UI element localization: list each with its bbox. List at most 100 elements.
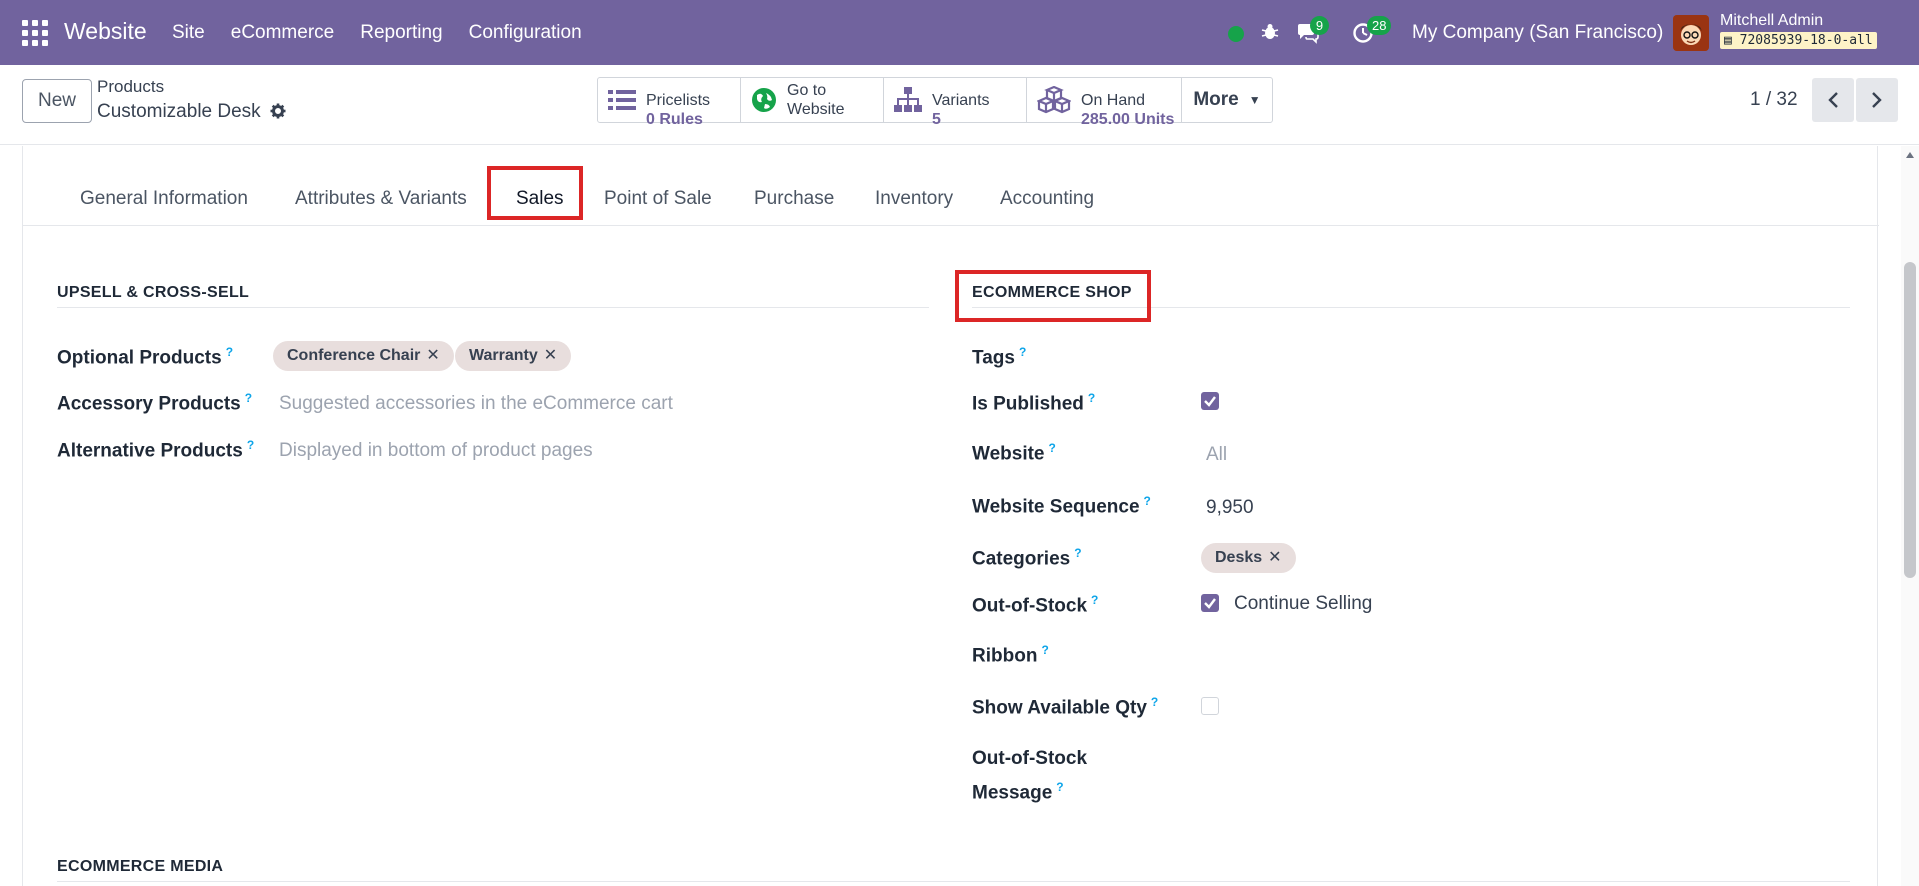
page-scrollbar[interactable] [1901, 146, 1919, 886]
main-menu: Site eCommerce Reporting Configuration [172, 22, 582, 44]
website-input[interactable]: All [1206, 444, 1227, 466]
remove-tag-icon[interactable]: ✕ [544, 347, 557, 364]
label-text: Alternative Products [57, 440, 243, 462]
top-navbar: Website Site eCommerce Reporting Configu… [0, 0, 1919, 65]
help-tooltip-icon[interactable]: ? [1056, 780, 1063, 794]
debug-bug-icon[interactable] [1260, 22, 1280, 42]
tab-inventory[interactable]: Inventory [875, 188, 953, 210]
help-tooltip-icon[interactable]: ? [226, 345, 233, 359]
remove-tag-icon[interactable]: ✕ [426, 347, 439, 364]
breadcrumb-parent[interactable]: Products [97, 77, 164, 97]
label-text: Out-of-Stock [972, 595, 1088, 617]
help-tooltip-icon[interactable]: ? [245, 391, 252, 405]
tag-text: Warranty [469, 347, 538, 364]
new-button[interactable]: New [22, 79, 92, 123]
field-label-show-available-qty: Show Available Qty? [972, 695, 1158, 719]
pager-value[interactable]: 1 / 32 [1750, 89, 1798, 111]
messages-badge: 9 [1310, 16, 1329, 35]
chevron-right-icon [1872, 92, 1882, 108]
tag-text: Desks [1215, 549, 1263, 566]
remove-tag-icon[interactable]: ✕ [1268, 549, 1281, 566]
menu-item-configuration[interactable]: Configuration [469, 22, 582, 44]
label-text: Show Available Qty [972, 697, 1147, 719]
field-label-website: Website? [972, 441, 1056, 465]
help-tooltip-icon[interactable]: ? [247, 438, 254, 452]
gear-icon[interactable] [270, 103, 286, 119]
label-text: Is Published [972, 393, 1084, 415]
database-tag-text: 72085939-18-0-all [1739, 33, 1873, 48]
section-title-upsell: UPSELL & CROSS-SELL [57, 284, 250, 301]
smart-button-label: On Hand [1081, 91, 1146, 109]
smart-buttons-bar: Pricelists 0 Rules Go to Website Variant… [597, 77, 1273, 128]
field-label-out-of-stock-message: Out-of-Stock Message? [972, 744, 1087, 807]
label-text: Tags [972, 347, 1015, 369]
pager-previous-button[interactable] [1812, 78, 1854, 122]
more-button[interactable]: More ▼ [1182, 78, 1272, 122]
help-tooltip-icon[interactable]: ? [1091, 593, 1098, 607]
field-label-ribbon: Ribbon? [972, 643, 1049, 667]
control-panel: New Products Customizable Desk Pricelist… [0, 65, 1919, 145]
smart-button-value: 0 Rules [646, 110, 703, 128]
app-brand[interactable]: Website [64, 18, 147, 45]
breadcrumb-current: Customizable Desk [97, 101, 286, 123]
website-sequence-input[interactable]: 9,950 [1206, 497, 1254, 519]
pager-next-button[interactable] [1856, 78, 1898, 122]
tab-attributes-variants[interactable]: Attributes & Variants [295, 188, 467, 210]
smart-button-variants[interactable]: Variants 5 [884, 78, 1027, 128]
field-label-is-published: Is Published? [972, 391, 1095, 415]
caret-down-icon: ▼ [1248, 93, 1261, 107]
user-avatar[interactable] [1673, 15, 1709, 51]
company-switcher[interactable]: My Company (San Francisco) [1412, 22, 1663, 44]
accessory-products-input[interactable]: Suggested accessories in the eCommerce c… [279, 393, 673, 415]
menu-item-ecommerce[interactable]: eCommerce [231, 22, 334, 44]
list-icon [608, 90, 636, 110]
help-tooltip-icon[interactable]: ? [1144, 494, 1151, 508]
tab-point-of-sale[interactable]: Point of Sale [604, 188, 712, 210]
smart-button-label: Go to [787, 82, 827, 99]
form-sheet: General Information Attributes & Variant… [22, 146, 1879, 886]
smart-button-pricelists[interactable]: Pricelists 0 Rules [598, 78, 741, 128]
cubes-icon [1037, 86, 1071, 114]
apps-grid-icon[interactable] [22, 20, 48, 46]
tag-desks: Desks ✕ [1201, 543, 1296, 573]
database-tag: ▤ 72085939-18-0-all [1720, 32, 1877, 49]
continue-selling-checkbox[interactable] [1201, 594, 1219, 612]
tab-accounting[interactable]: Accounting [1000, 188, 1094, 210]
chevron-left-icon [1828, 92, 1838, 108]
tag-text: Conference Chair [287, 347, 421, 364]
check-icon [1204, 598, 1216, 609]
scroll-up-arrow-icon[interactable] [1906, 152, 1914, 158]
check-icon [1204, 396, 1216, 407]
alternative-products-input[interactable]: Displayed in bottom of product pages [279, 440, 593, 462]
menu-item-reporting[interactable]: Reporting [360, 22, 442, 44]
more-button-label: More [1193, 89, 1239, 110]
help-tooltip-icon[interactable]: ? [1019, 345, 1026, 359]
menu-item-site[interactable]: Site [172, 22, 205, 44]
activities-badge: 28 [1367, 16, 1392, 35]
smart-button-website[interactable]: Go to Website [741, 78, 884, 122]
field-label-optional-products: Optional Products? [57, 345, 233, 369]
field-label-out-of-stock: Out-of-Stock? [972, 593, 1098, 617]
scrollbar-thumb[interactable] [1904, 262, 1916, 578]
help-tooltip-icon[interactable]: ? [1151, 695, 1158, 709]
tab-purchase[interactable]: Purchase [754, 188, 834, 210]
help-tooltip-icon[interactable]: ? [1074, 546, 1081, 560]
user-name[interactable]: Mitchell Admin [1720, 12, 1823, 30]
help-tooltip-icon[interactable]: ? [1041, 643, 1048, 657]
is-published-checkbox[interactable] [1201, 392, 1219, 410]
highlight-box-ecommerce-shop [955, 270, 1151, 322]
field-label-tags: Tags? [972, 345, 1026, 369]
help-tooltip-icon[interactable]: ? [1088, 391, 1095, 405]
smart-button-value: 285.00 Units [1081, 110, 1175, 128]
smart-button-label: Pricelists [646, 91, 711, 109]
smart-button-on-hand[interactable]: On Hand 285.00 Units [1027, 78, 1182, 128]
help-tooltip-icon[interactable]: ? [1049, 441, 1056, 455]
section-title-ecommerce-media: ECOMMERCE MEDIA [57, 858, 224, 875]
field-label-categories: Categories? [972, 546, 1082, 570]
continue-selling-label[interactable]: Continue Selling [1234, 593, 1372, 615]
tab-general-information[interactable]: General Information [80, 188, 248, 210]
database-icon: ▤ [1724, 33, 1732, 48]
presence-status-icon[interactable] [1228, 26, 1244, 42]
section-divider [57, 307, 929, 308]
show-available-qty-checkbox[interactable] [1201, 697, 1219, 715]
